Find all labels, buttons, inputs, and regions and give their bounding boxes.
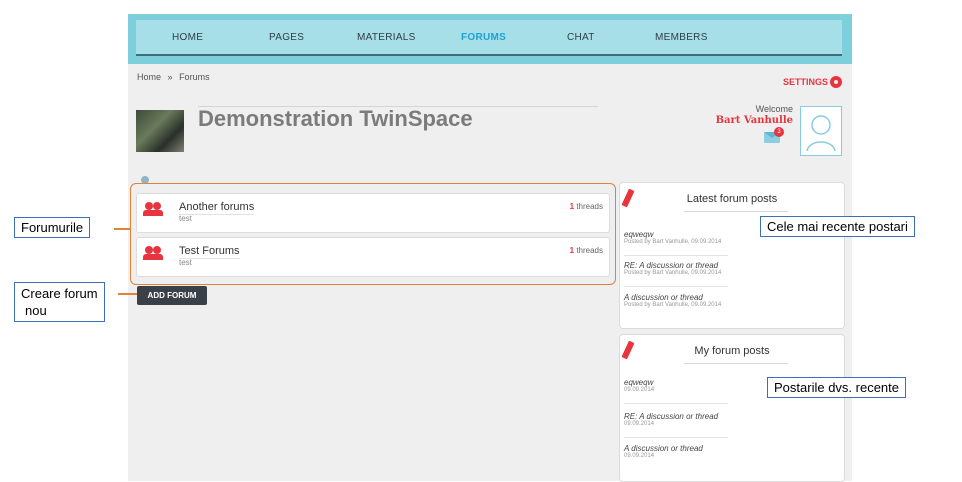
post-title[interactable]: A discussion or thread — [624, 444, 774, 453]
post-divider — [624, 255, 728, 256]
post-meta: 09.09.2014 — [624, 421, 655, 427]
mail-count-badge: 3 — [774, 127, 784, 137]
top-navbar: HOME PAGES MATERIALS FORUMS CHAT MEMBERS — [128, 14, 852, 64]
breadcrumb-current: Forums — [179, 72, 210, 82]
breadcrumb-home[interactable]: Home — [137, 72, 161, 82]
nav-home[interactable]: HOME — [172, 32, 203, 43]
post-title[interactable]: RE: A discussion or thread — [624, 261, 774, 270]
forum-name[interactable]: Test Forums — [179, 245, 240, 259]
gear-icon — [830, 76, 842, 88]
my-posts-panel: My forum posts eqweqw 09.09.2014 RE: A d… — [619, 334, 845, 482]
callout-my-posts: Postarile dvs. recente — [767, 377, 907, 398]
callout-connector — [118, 293, 137, 295]
post-divider — [624, 403, 728, 404]
user-name-link[interactable]: Bart Vanhulle — [668, 115, 793, 126]
post-title[interactable]: eqweqw — [624, 378, 774, 387]
post-meta: Posted by Bart Vanhulle, 09.09.2014 — [624, 239, 722, 245]
forum-thread-count: 1 threads — [570, 202, 603, 211]
callout-create-line1: Creare forum — [21, 286, 98, 301]
breadcrumb-separator: » — [167, 72, 173, 82]
post-item[interactable]: RE: A discussion or thread Posted by Bar… — [624, 261, 774, 276]
post-item[interactable]: eqweqw 09.09.2014 — [624, 378, 774, 393]
callout-forums: Forumurile — [14, 217, 91, 238]
post-meta: 09.09.2014 — [624, 387, 655, 393]
post-item[interactable]: eqweqw Posted by Bart Vanhulle, 09.09.20… — [624, 230, 774, 245]
add-forum-button[interactable]: ADD FORUM — [137, 286, 207, 305]
callout-create-forum: Creare forum nou — [14, 282, 105, 322]
post-divider — [624, 286, 728, 287]
navbar-inner: HOME PAGES MATERIALS FORUMS CHAT MEMBERS — [136, 20, 842, 56]
post-title[interactable]: A discussion or thread — [624, 293, 774, 302]
welcome-text: Welcome — [755, 104, 793, 114]
page-title: Demonstration TwinSpace — [198, 106, 473, 131]
twinspace-thumbnail — [136, 110, 184, 152]
post-item[interactable]: RE: A discussion or thread 09.09.2014 — [624, 412, 774, 427]
post-item[interactable]: A discussion or thread 09.09.2014 — [624, 444, 774, 459]
settings-link[interactable]: SETTINGS — [783, 76, 842, 88]
forum-thread-count: 1 threads — [570, 246, 603, 255]
settings-label: SETTINGS — [782, 77, 828, 87]
callout-latest-posts: Cele mai recente postari — [760, 216, 915, 237]
nav-pages[interactable]: PAGES — [269, 32, 304, 43]
forum-description: test — [179, 214, 192, 223]
nav-members[interactable]: MEMBERS — [655, 32, 708, 43]
nav-chat[interactable]: CHAT — [567, 32, 595, 43]
nav-materials[interactable]: MATERIALS — [357, 32, 416, 43]
latest-posts-panel: Latest forum posts eqweqw Posted by Bart… — [619, 182, 845, 329]
post-meta: Posted by Bart Vanhulle, 09.09.2014 — [624, 302, 722, 308]
forum-row[interactable]: Test Forums test 1 threads — [136, 237, 610, 277]
latest-posts-title: Latest forum posts — [686, 193, 778, 205]
nav-forums[interactable]: FORUMS — [461, 32, 506, 43]
breadcrumb: Home » Forums — [137, 72, 214, 82]
post-title[interactable]: eqweqw — [624, 230, 774, 239]
post-meta: 09.09.2014 — [624, 453, 655, 459]
thread-count-label: threads — [576, 246, 603, 255]
post-meta: Posted by Bart Vanhulle, 09.09.2014 — [624, 270, 722, 276]
thread-count-number: 1 — [569, 246, 575, 255]
forum-description: test — [179, 258, 192, 267]
forum-name[interactable]: Another forums — [179, 201, 255, 215]
title-underline — [684, 363, 788, 364]
forum-group-icon-base — [143, 254, 163, 260]
avatar[interactable] — [800, 106, 842, 156]
post-divider — [624, 437, 728, 438]
thread-count-number: 1 — [569, 202, 575, 211]
forum-group-icon-base — [143, 210, 163, 216]
post-item[interactable]: A discussion or thread Posted by Bart Va… — [624, 293, 774, 308]
post-title[interactable]: RE: A discussion or thread — [624, 412, 774, 421]
callout-connector — [114, 228, 130, 230]
title-underline — [684, 211, 788, 212]
my-posts-title: My forum posts — [694, 345, 770, 357]
forum-row[interactable]: Another forums test 1 threads — [136, 193, 610, 233]
avatar-placeholder-icon — [806, 115, 836, 152]
callout-create-line2: nou — [25, 303, 47, 318]
thread-count-label: threads — [576, 202, 603, 211]
